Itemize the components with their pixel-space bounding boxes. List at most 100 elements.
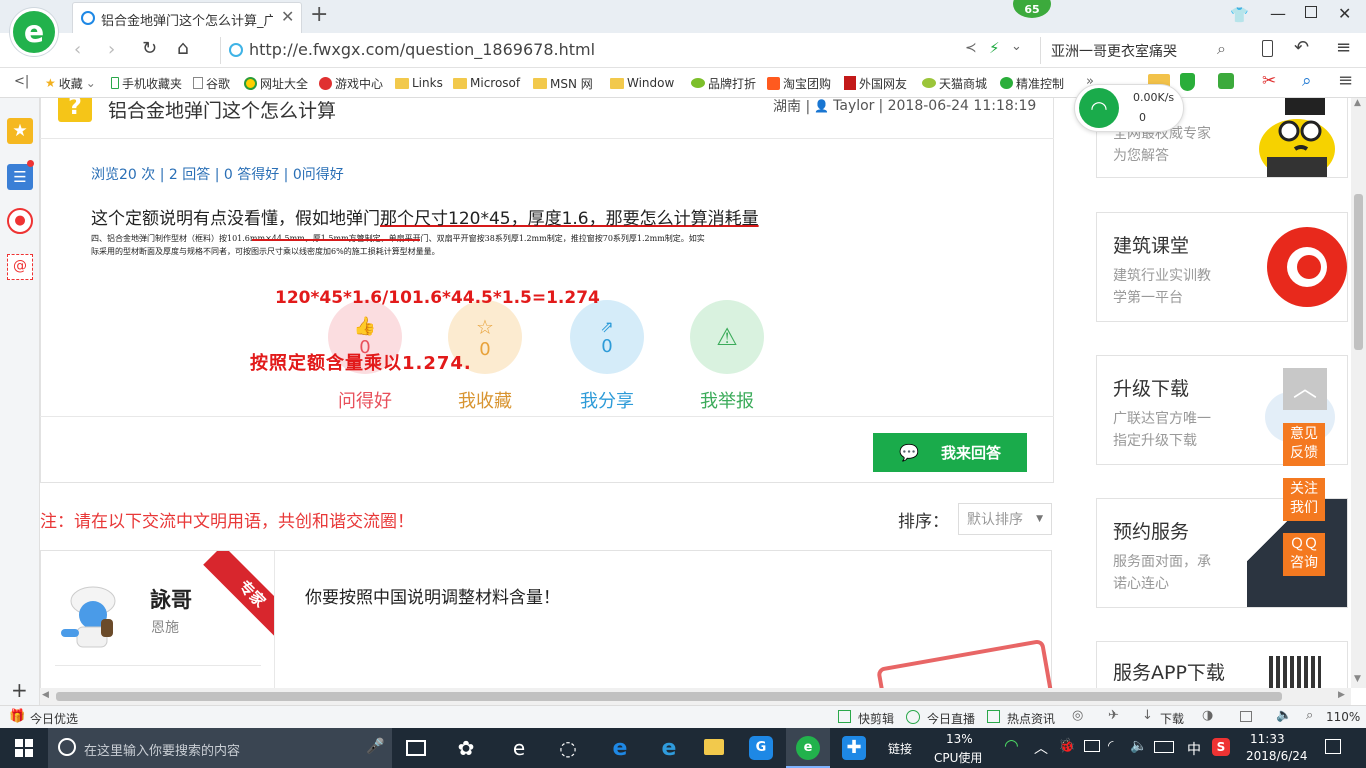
horizontal-scroll-thumb[interactable] — [56, 692, 1282, 701]
bookmark-nav[interactable]: 网址大全 — [244, 74, 308, 92]
status-hot-news[interactable]: 热点资讯 — [1007, 710, 1055, 727]
status-icon-3[interactable]: ◑ — [1202, 708, 1213, 723]
notification-center-icon[interactable] — [1325, 739, 1341, 754]
sidebar-weibo-icon[interactable]: ● — [7, 208, 33, 234]
status-icon-2[interactable]: ✈ — [1108, 708, 1119, 723]
keyboard-icon[interactable] — [1154, 741, 1174, 753]
answer-button[interactable]: 💬 我来回答 — [873, 433, 1027, 472]
question-author[interactable]: Taylor — [833, 98, 874, 114]
avatar[interactable] — [55, 579, 125, 651]
scroll-right-icon[interactable]: ▶ — [1338, 690, 1345, 700]
phone-icon[interactable] — [1262, 40, 1273, 57]
scroll-up-icon[interactable]: ▲ — [1354, 98, 1361, 108]
zoom-icon[interactable]: ⌕ — [1306, 708, 1313, 723]
sidebar-add-icon[interactable]: + — [11, 678, 28, 702]
speaker-icon[interactable]: 🔈 — [1130, 738, 1147, 754]
feedback-button[interactable]: 意见 反馈 — [1283, 423, 1325, 466]
right-card-classroom[interactable]: 建筑课堂 建筑行业实训教 学第一平台 — [1096, 212, 1348, 322]
net-speed-widget[interactable]: ◠ 0.00K/s 0 — [1074, 84, 1184, 132]
edge-app-icon[interactable]: e — [505, 736, 533, 760]
tray-app-icon[interactable]: 🐞 — [1058, 738, 1075, 754]
battery-icon[interactable] — [1084, 740, 1100, 752]
notification-badge[interactable]: 65 — [1011, 0, 1053, 20]
sort-select[interactable]: 默认排序 ▼ — [958, 503, 1052, 535]
address-bar[interactable]: http://e.fwxgx.com/question_1869678.html… — [220, 37, 1032, 64]
wifi-tray-icon[interactable]: ◠ — [1004, 736, 1019, 756]
extension-shield-icon[interactable] — [1180, 73, 1195, 91]
qq-consult-button[interactable]: ＱＱ 咨询 — [1283, 533, 1325, 576]
bookmark-links[interactable]: Links — [395, 74, 443, 92]
horizontal-scrollbar[interactable]: ◀ ▶ — [40, 688, 1351, 705]
extension-search-icon[interactable]: ⌕ — [1302, 71, 1312, 91]
bookmark-foreign[interactable]: 外国网友 — [844, 74, 907, 92]
sidebar-news-icon[interactable]: ☰ — [7, 164, 33, 190]
bookmark-favorites[interactable]: ★ 收藏 ⌄ — [45, 74, 96, 92]
task-view-icon[interactable] — [406, 740, 426, 756]
search-box[interactable]: 亚洲一哥更衣室痛哭 ⌕ — [1040, 37, 1240, 64]
status-live[interactable]: 今日直播 — [927, 710, 975, 727]
tray-expand-icon[interactable]: ︿ — [1034, 738, 1048, 758]
action-report[interactable]: ⚠ 我举报 — [690, 300, 764, 413]
sogou-icon[interactable]: S — [1212, 738, 1230, 756]
back-icon[interactable]: ‹ — [74, 39, 81, 60]
taskbar-search-box[interactable]: 在这里输入你要搜索的内容 🎤 — [48, 728, 392, 768]
clock-date[interactable]: 2018/6/24 — [1246, 749, 1308, 763]
sidebar-favorites-icon[interactable]: ★ — [7, 118, 33, 144]
undo-icon[interactable]: ↶ — [1294, 37, 1309, 58]
new-tab-button[interactable]: + — [310, 2, 328, 27]
bookmark-google[interactable]: 谷歌 — [193, 74, 230, 92]
plus-app-icon[interactable]: ✚ — [842, 736, 866, 760]
lightning-icon[interactable]: ⚡ — [989, 39, 1000, 57]
microphone-icon[interactable]: 🎤 — [366, 737, 385, 755]
bookmark-toggle-icon[interactable]: <| — [14, 74, 29, 89]
bookmark-tmall[interactable]: 天猫商城 — [922, 74, 987, 92]
glodon-app-icon[interactable]: G — [749, 736, 773, 760]
address-url[interactable]: http://e.fwxgx.com/question_1869678.html — [249, 40, 595, 59]
chevron-down-icon[interactable]: ⌄ — [1011, 39, 1022, 54]
clock-time[interactable]: 11:33 — [1250, 732, 1285, 746]
scroll-down-icon[interactable]: ▼ — [1354, 674, 1361, 684]
follow-button[interactable]: 关注 我们 — [1283, 478, 1325, 521]
bookmark-windows[interactable]: Window — [610, 74, 674, 92]
share-icon[interactable]: ≺ — [965, 40, 977, 56]
tab-active[interactable]: 铝合金地弹门这个怎么计算_广联 ✕ — [72, 2, 302, 33]
bookmark-mobile[interactable]: 手机收藏夹 — [111, 74, 182, 92]
zoom-level[interactable]: 110% — [1326, 710, 1360, 724]
search-icon[interactable]: ⌕ — [1217, 39, 1226, 59]
menu-icon[interactable]: ≡ — [1336, 37, 1351, 58]
bookmark-microsoft[interactable]: Microsof — [453, 74, 520, 92]
status-icon-1[interactable]: ◎ — [1072, 708, 1083, 723]
search-text[interactable]: 亚洲一哥更衣室痛哭 — [1051, 41, 1177, 61]
ie-app-icon[interactable]: e — [606, 736, 634, 761]
extension-more-icon[interactable]: ≡ — [1338, 70, 1353, 91]
bookmark-taobao[interactable]: 淘宝团购 — [767, 74, 831, 92]
answer-username[interactable]: 詠哥 — [150, 584, 192, 614]
status-quick-edit[interactable]: 快剪辑 — [858, 710, 894, 727]
spiral-app-icon[interactable]: ◌ — [554, 736, 582, 760]
scroll-top-button[interactable]: ︿ — [1283, 368, 1327, 410]
scroll-left-icon[interactable]: ◀ — [42, 690, 49, 700]
status-download[interactable]: 下载 — [1160, 710, 1184, 727]
shirt-icon[interactable]: 👕 — [1230, 6, 1249, 24]
maximize-icon[interactable] — [1305, 6, 1317, 18]
taskbar-link-label[interactable]: 链接 — [888, 740, 912, 757]
windows-start-icon[interactable] — [15, 739, 33, 757]
ie-blue-app-icon[interactable]: e — [655, 736, 683, 761]
network-icon[interactable]: ◜ — [1108, 738, 1113, 754]
bookmark-brand[interactable]: 品牌打折 — [691, 74, 756, 92]
browser-logo-icon[interactable]: e — [10, 8, 58, 56]
extension-translate-icon[interactable] — [1218, 73, 1234, 89]
action-share[interactable]: ⇗ 0 我分享 — [570, 300, 644, 413]
volume-icon[interactable]: 🔈 — [1276, 708, 1292, 723]
vertical-scroll-thumb[interactable] — [1354, 194, 1363, 350]
bookmark-precision[interactable]: 精准控制 — [1000, 74, 1064, 92]
bookmark-msn[interactable]: MSN 网 — [533, 74, 593, 92]
ime-label[interactable]: 中 — [1187, 739, 1201, 759]
sidebar-mail-icon[interactable]: @ — [7, 254, 33, 280]
file-explorer-icon[interactable] — [704, 739, 724, 755]
fan-app-icon[interactable]: ✿ — [452, 736, 480, 760]
refresh-icon[interactable]: ↻ — [142, 38, 157, 59]
home-icon[interactable]: ⌂ — [177, 37, 189, 59]
extension-cut-icon[interactable]: ✂ — [1262, 71, 1276, 91]
forward-icon[interactable]: › — [108, 39, 115, 60]
